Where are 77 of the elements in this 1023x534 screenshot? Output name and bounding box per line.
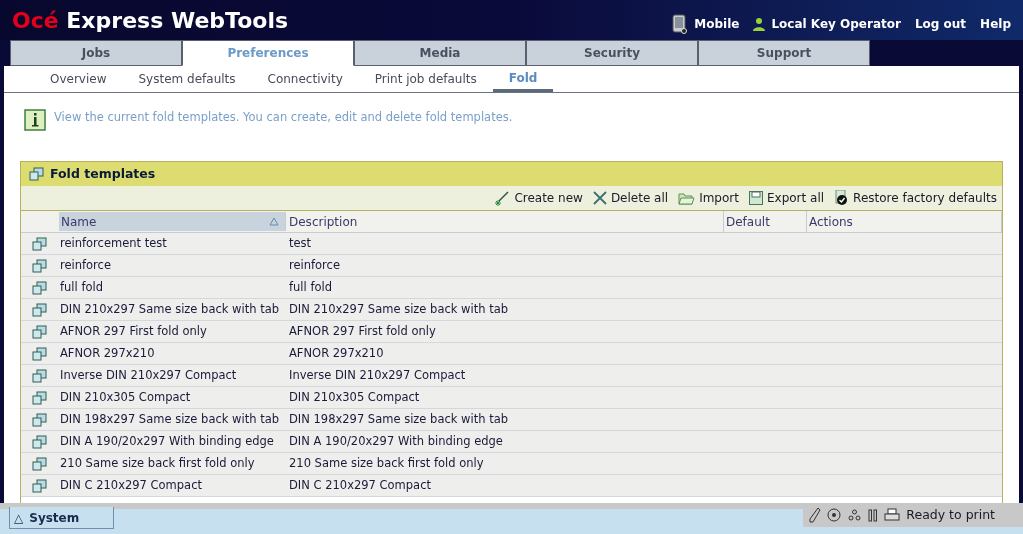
table-cell-text: AFNOR 297x210 bbox=[59, 344, 156, 362]
status-text: Ready to print bbox=[906, 505, 995, 524]
header-link[interactable]: Help bbox=[980, 15, 1011, 33]
template-icon bbox=[32, 302, 47, 317]
info-text: View the current fold templates. You can create, edit and delete fold templates. bbox=[54, 109, 513, 126]
table-cell-text: AFNOR 297 First fold only bbox=[59, 322, 208, 340]
template-icon bbox=[32, 412, 47, 427]
table-cell-text: AFNOR 297 First fold only bbox=[288, 322, 437, 340]
printer-icon bbox=[884, 507, 901, 523]
column-header[interactable]: Name bbox=[59, 212, 286, 231]
table-cell-text: DIN A 190/20x297 With binding edge bbox=[288, 432, 504, 450]
disc-icon bbox=[827, 508, 842, 522]
info-icon bbox=[24, 109, 46, 131]
sub-tab[interactable]: Print job defaults bbox=[358, 66, 493, 92]
template-icon bbox=[32, 280, 47, 295]
table-cell-text: DIN 210x297 Same size back with tab bbox=[288, 300, 509, 318]
template-icon bbox=[32, 368, 47, 383]
folder-icon bbox=[678, 191, 696, 205]
main-tab[interactable]: Support bbox=[698, 40, 870, 66]
sub-tab[interactable]: Connectivity bbox=[251, 66, 359, 92]
table-cell-text: 210 Same size back first fold only bbox=[288, 454, 485, 472]
pause-icon bbox=[868, 508, 879, 522]
system-tab[interactable]: △ System bbox=[9, 507, 114, 529]
wand-icon bbox=[494, 190, 511, 206]
header-link[interactable]: Local Key Operator bbox=[771, 15, 901, 33]
app-title: Océ Express WebTools bbox=[12, 6, 289, 35]
table-cell-text: DIN 198x297 Same size back with tab bbox=[288, 410, 509, 428]
template-icon bbox=[32, 478, 47, 493]
toolbar-button[interactable]: Restore factory defaults bbox=[834, 189, 997, 207]
table-cell-text: DIN C 210x297 Compact bbox=[288, 476, 432, 494]
table-cell-text: test bbox=[288, 234, 313, 252]
column-header[interactable]: Description bbox=[287, 211, 724, 232]
table-cell-text: reinforce bbox=[59, 256, 112, 274]
table-cell-text: DIN 210x297 Same size back with tab bbox=[59, 300, 280, 318]
template-icon bbox=[32, 456, 47, 471]
table-cell-text: reinforce bbox=[288, 256, 341, 274]
panel-title: Fold templates bbox=[50, 164, 156, 183]
toolbar-button[interactable]: Delete all bbox=[592, 189, 669, 207]
main-tab[interactable]: Media bbox=[354, 40, 526, 66]
toolbar-button[interactable]: Create new bbox=[494, 189, 583, 207]
table-cell-text: DIN 198x297 Same size back with tab bbox=[59, 410, 280, 428]
dots-icon bbox=[847, 508, 863, 522]
close-icon bbox=[592, 191, 607, 205]
panel-icon bbox=[29, 167, 44, 181]
table-cell-text: 210 Same size back first fold only bbox=[59, 454, 256, 472]
table-cell-text: Inverse DIN 210x297 Compact bbox=[59, 366, 238, 384]
table-cell-text: AFNOR 297x210 bbox=[288, 344, 385, 362]
person-icon bbox=[753, 17, 766, 31]
template-icon bbox=[32, 324, 47, 339]
pencil-icon bbox=[809, 507, 822, 523]
table-cell-text: reinforcement test bbox=[59, 234, 168, 252]
header-link[interactable]: Mobile bbox=[694, 15, 740, 33]
table-cell-text: full fold bbox=[59, 278, 104, 296]
sort-arrow-icon bbox=[269, 217, 279, 226]
sub-tab[interactable]: System defaults bbox=[122, 66, 252, 92]
column-header[interactable]: Actions bbox=[807, 211, 1002, 232]
sub-tab[interactable]: Overview bbox=[34, 66, 123, 92]
table-cell-text: DIN C 210x297 Compact bbox=[59, 476, 203, 494]
main-tab[interactable]: Security bbox=[526, 40, 698, 66]
column-header[interactable]: Default bbox=[724, 211, 807, 232]
toolbar-button[interactable]: Export all bbox=[748, 189, 825, 207]
toolbar-button[interactable]: Import bbox=[678, 189, 739, 207]
template-icon bbox=[32, 434, 47, 449]
phone-icon bbox=[672, 14, 689, 34]
header-link[interactable]: Log out bbox=[914, 15, 967, 33]
check-circle-icon bbox=[834, 190, 850, 206]
template-icon bbox=[32, 258, 47, 273]
table-cell-text: DIN 210x305 Compact bbox=[59, 388, 192, 406]
template-icon bbox=[32, 236, 47, 251]
table-cell-text: full fold bbox=[288, 278, 333, 296]
table-cell-text: DIN 210x305 Compact bbox=[288, 388, 421, 406]
table-cell-text: DIN A 190/20x297 With binding edge bbox=[59, 432, 275, 450]
template-icon bbox=[32, 346, 47, 361]
table-cell-text: Inverse DIN 210x297 Compact bbox=[288, 366, 467, 384]
template-icon bbox=[32, 390, 47, 405]
main-tab[interactable]: Jobs bbox=[10, 40, 182, 66]
sub-tab[interactable]: Fold bbox=[492, 66, 554, 92]
